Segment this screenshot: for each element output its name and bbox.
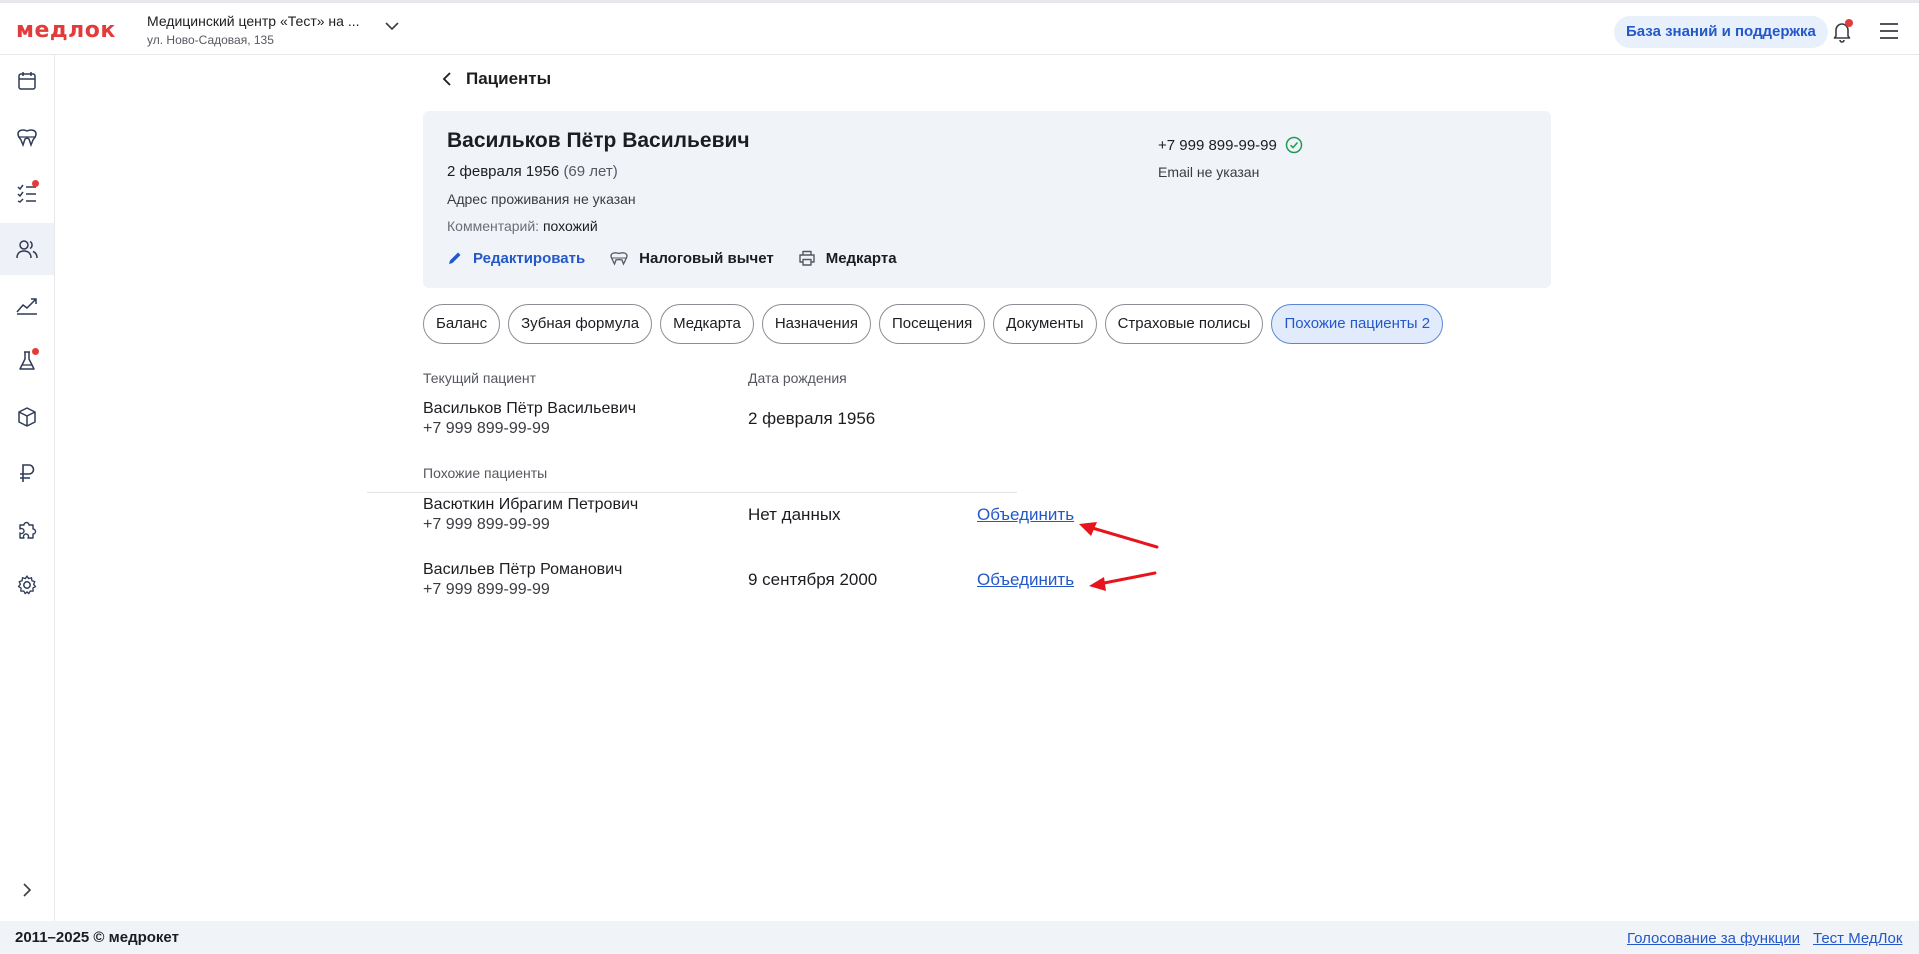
print-medcard-button[interactable]: Медкарта (786, 243, 909, 273)
sidebar-item-lab[interactable] (0, 335, 54, 387)
annotation-arrow (1089, 571, 1157, 591)
edit-button[interactable]: Редактировать (435, 243, 597, 273)
footer: 2011–2025 © медрокет Голосование за функ… (0, 921, 1919, 954)
similar-patient-phone: +7 999 899-99-99 (423, 581, 550, 598)
patient-phone-number: +7 999 899-99-99 (1158, 136, 1277, 154)
chevron-left-icon (442, 72, 451, 86)
copyright: 2011–2025 © медрокет (15, 929, 179, 946)
row-divider (367, 492, 1017, 493)
tab-balance[interactable]: Баланс (423, 304, 501, 344)
similar-patient-name: Васильев Пётр Романович (423, 561, 623, 578)
patient-phone: +7 999 899-99-99 (1158, 136, 1303, 154)
sidebar-item-calendar[interactable] (0, 55, 54, 107)
calendar-icon (18, 72, 36, 90)
main-content: Пациенты Васильков Пётр Васильевич 2 фев… (56, 55, 1919, 921)
patient-name: Васильков Пётр Васильевич (447, 129, 750, 152)
page-title: Пациенты (466, 69, 552, 88)
teeth-icon (17, 129, 37, 148)
printer-icon (799, 250, 815, 266)
vote-features-link[interactable]: Голосование за функции (1627, 930, 1800, 947)
similar-patient-name: Васюткин Ибрагим Петрович (423, 496, 639, 513)
patient-address: Адрес проживания не указан (447, 191, 636, 207)
tab-similar-patients[interactable]: Похожие пациенты 2 (1271, 304, 1444, 344)
patient-email: Email не указан (1158, 164, 1260, 180)
box-icon (18, 407, 36, 427)
edit-label: Редактировать (473, 249, 586, 267)
clinic-selector[interactable]: Медицинский центр «Тест» на ... ул. Ново… (147, 13, 359, 47)
tax-deduction-button[interactable]: Налоговый вычет (597, 243, 786, 273)
annotation-arrow (1079, 522, 1159, 549)
test-medlok-link[interactable]: Тест МедЛок (1813, 930, 1902, 947)
sidebar-item-analytics[interactable] (0, 279, 54, 331)
patients-icon (16, 240, 38, 259)
help-button[interactable]: База знаний и поддержка (1614, 16, 1828, 48)
similar-patient-dob: 9 сентября 2000 (748, 570, 878, 589)
patient-actions: Редактировать Налоговый вычет Медкарта (435, 243, 909, 273)
merge-link[interactable]: Объединить (977, 505, 1074, 525)
similar-patient-dob: Нет данных (748, 505, 841, 524)
back-to-patients[interactable]: Пациенты (442, 69, 551, 89)
analytics-icon (16, 298, 37, 315)
ruble-icon (20, 464, 35, 482)
current-patient-phone: +7 999 899-99-99 (423, 420, 550, 437)
sidebar-item-finance[interactable] (0, 447, 54, 499)
chevron-down-icon[interactable] (385, 21, 399, 31)
patient-dob: 2 февраля 1956 (69 лет) (447, 163, 618, 180)
tab-visits[interactable]: Посещения (878, 304, 986, 344)
chevron-right-icon (23, 883, 32, 897)
medlok-logo[interactable]: медлок (16, 18, 116, 43)
comment-value: похожий (542, 218, 598, 234)
notification-badge (1845, 19, 1853, 27)
current-patient-header: Текущий пациент (423, 370, 537, 386)
bell-icon[interactable] (1830, 19, 1854, 43)
medcard-label: Медкарта (825, 249, 897, 267)
sidebar-item-tasks[interactable] (0, 167, 54, 219)
pencil-icon (449, 252, 461, 264)
tab-medcard[interactable]: Медкарта (660, 304, 754, 344)
current-patient-dob: 2 февраля 1956 (748, 409, 876, 428)
tab-appointments[interactable]: Назначения (761, 304, 871, 344)
patient-tabs: Баланс Зубная формула Медкарта Назначени… (423, 304, 1444, 344)
sidebar-item-warehouse[interactable] (0, 391, 54, 443)
verified-check-icon (1285, 136, 1303, 154)
gear-icon (17, 575, 37, 595)
tax-deduction-label: Налоговый вычет (639, 249, 774, 267)
dob-header: Дата рождения (748, 370, 847, 386)
sidebar-item-integrations[interactable] (0, 503, 54, 555)
comment-label: Комментарий: (447, 218, 540, 234)
top-bar: медлок Медицинский центр «Тест» на ... у… (0, 0, 1919, 55)
clinic-address: ул. Ново-Садовая, 135 (147, 33, 274, 47)
clinic-name: Медицинский центр «Тест» на ... (147, 13, 360, 29)
sidebar-item-patients[interactable] (0, 223, 54, 275)
patient-card: Васильков Пётр Васильевич 2 февраля 1956… (423, 111, 1551, 288)
puzzle-icon (19, 521, 37, 539)
sidebar (0, 55, 55, 921)
patient-age: (69 лет) (563, 163, 618, 180)
sidebar-item-settings[interactable] (0, 559, 54, 611)
tab-insurance[interactable]: Страховые полисы (1104, 304, 1264, 344)
tab-documents[interactable]: Документы (993, 304, 1097, 344)
tab-dental-formula[interactable]: Зубная формула (508, 304, 653, 344)
teeth-icon (610, 252, 628, 266)
similar-patient-phone: +7 999 899-99-99 (423, 516, 550, 533)
current-patient-name: Васильков Пётр Васильевич (423, 400, 637, 417)
tasks-badge (32, 180, 39, 187)
sidebar-expand-button[interactable] (0, 875, 54, 905)
menu-icon[interactable] (1878, 21, 1900, 41)
similar-patients-header: Похожие пациенты (423, 465, 548, 481)
sidebar-item-dental[interactable] (0, 111, 54, 163)
merge-link[interactable]: Объединить (977, 570, 1074, 590)
lab-badge (32, 348, 39, 355)
patient-dob-date: 2 февраля 1956 (447, 163, 560, 180)
patient-comment: Комментарий: похожий (447, 218, 598, 234)
